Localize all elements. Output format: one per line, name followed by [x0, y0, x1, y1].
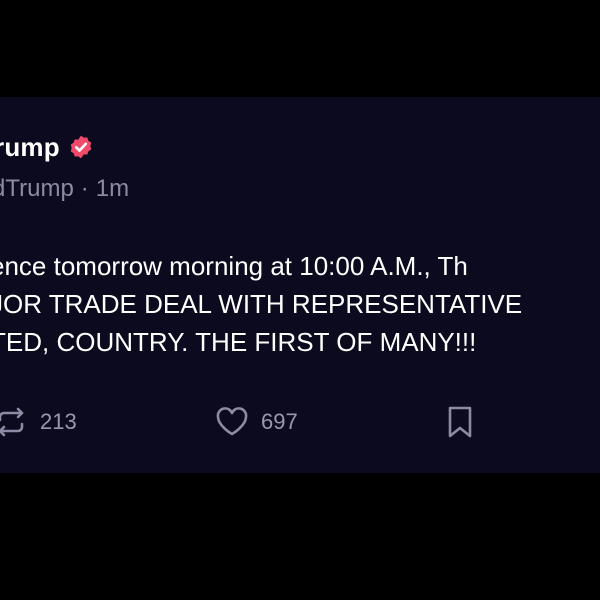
author-row: rump	[0, 127, 94, 167]
like-button[interactable]: 697	[213, 403, 298, 441]
post-timestamp[interactable]: 1m	[96, 175, 129, 202]
post-line: TED, COUNTRY. THE FIRST OF MANY!!!	[0, 327, 477, 357]
heart-icon	[213, 403, 251, 441]
like-count: 697	[261, 409, 298, 434]
screen: rump dTrump · 1m ence tomorrow morning at …	[0, 0, 600, 600]
bookmark-icon	[444, 403, 476, 441]
post-line: JOR TRADE DEAL WITH REPRESENTATIVE	[0, 289, 523, 319]
post-line: ence tomorrow morning at 10:00 A.M., Th	[0, 251, 468, 281]
post-body: ence tomorrow morning at 10:00 A.M., Th …	[0, 247, 600, 361]
repost-button[interactable]: 213	[0, 403, 77, 441]
separator-dot: ·	[80, 175, 89, 202]
action-bar: 213 697	[0, 403, 600, 443]
handle-row: dTrump · 1m	[0, 175, 129, 203]
repost-icon	[0, 403, 30, 441]
repost-count: 213	[40, 409, 77, 434]
author-name[interactable]: rump	[0, 132, 60, 163]
author-handle[interactable]: dTrump	[0, 175, 74, 202]
post-card[interactable]: rump dTrump · 1m ence tomorrow morning at …	[0, 97, 600, 473]
bookmark-button[interactable]	[444, 403, 476, 441]
verified-badge-icon	[68, 134, 94, 160]
